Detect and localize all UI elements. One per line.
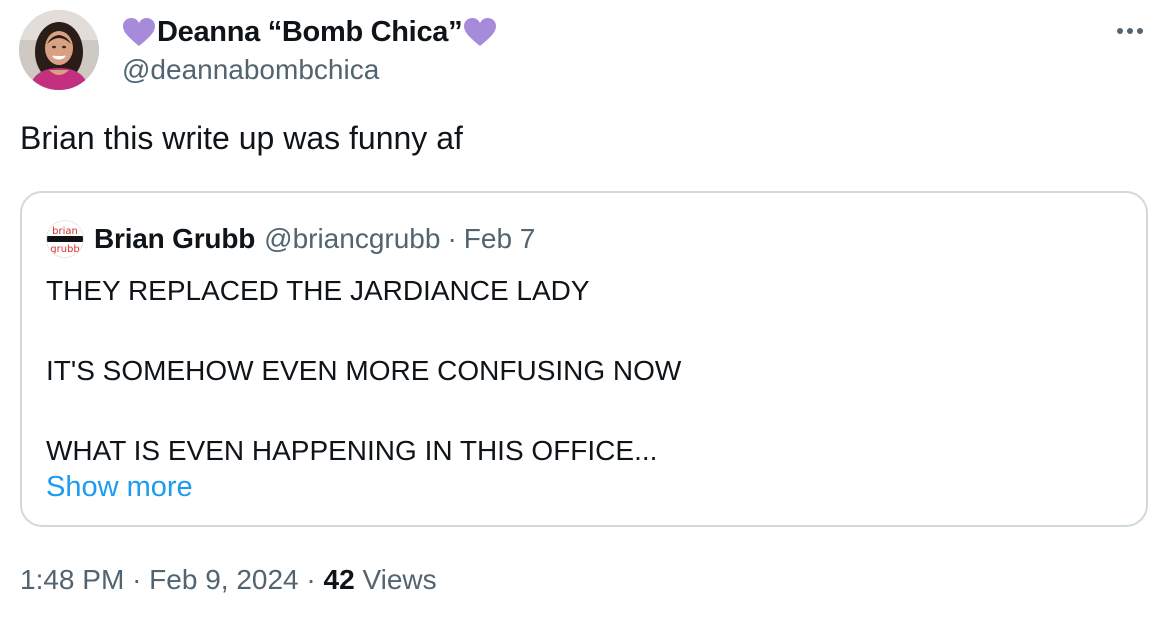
tweet-text: Brian this write up was funny af <box>20 120 463 156</box>
tweet-time[interactable]: 1:48 PM <box>20 564 124 595</box>
quoted-line: THEY REPLACED THE JARDIANCE LADY <box>46 275 590 306</box>
quoted-line: IT'S SOMEHOW EVEN MORE CONFUSING NOW <box>46 355 682 386</box>
separator-dot: · <box>447 223 457 254</box>
separator-dot: · <box>306 564 316 595</box>
more-options-button[interactable] <box>1113 14 1147 48</box>
brian-grubb-logo-icon: brian grubb <box>47 221 83 257</box>
quoted-line: WHAT IS EVEN HAPPENING IN THIS OFFICE... <box>46 435 658 466</box>
tweet-meta: 1:48 PM · Feb 9, 2024 · 42 Views <box>20 564 437 596</box>
more-horizontal-icon <box>1117 28 1143 34</box>
views-label: Views <box>362 564 437 595</box>
tweet-date[interactable]: Feb 9, 2024 <box>149 564 298 595</box>
show-more-link[interactable]: Show more <box>46 471 193 504</box>
profile-photo <box>19 10 99 90</box>
separator-dot: · <box>132 564 142 595</box>
quoted-tweet-date: Feb 7 <box>463 223 536 254</box>
quoted-author-handle: @briancgrubb <box>264 223 441 254</box>
author-display-name[interactable]: Deanna “Bomb Chica” <box>157 16 463 49</box>
views-count: 42 <box>323 564 355 595</box>
quoted-tweet-header: brian grubb Brian Grubb @briancgrubb · F… <box>46 219 535 259</box>
quoted-tweet-card[interactable]: brian grubb Brian Grubb @briancgrubb · F… <box>20 191 1148 527</box>
quoted-author-avatar: brian grubb <box>46 220 84 258</box>
author-avatar[interactable] <box>19 10 99 90</box>
logo-text-bottom: grubb <box>50 244 80 255</box>
author-name-row[interactable]: Deanna “Bomb Chica” <box>122 12 497 52</box>
purple-heart-icon <box>123 18 155 46</box>
logo-text-top: brian <box>52 226 78 237</box>
purple-heart-icon <box>464 18 497 46</box>
quoted-author-name: Brian Grubb <box>94 223 256 254</box>
author-handle[interactable]: @deannabombchica <box>122 54 379 86</box>
quoted-tweet-text: THEY REPLACED THE JARDIANCE LADY IT'S SO… <box>46 271 681 471</box>
